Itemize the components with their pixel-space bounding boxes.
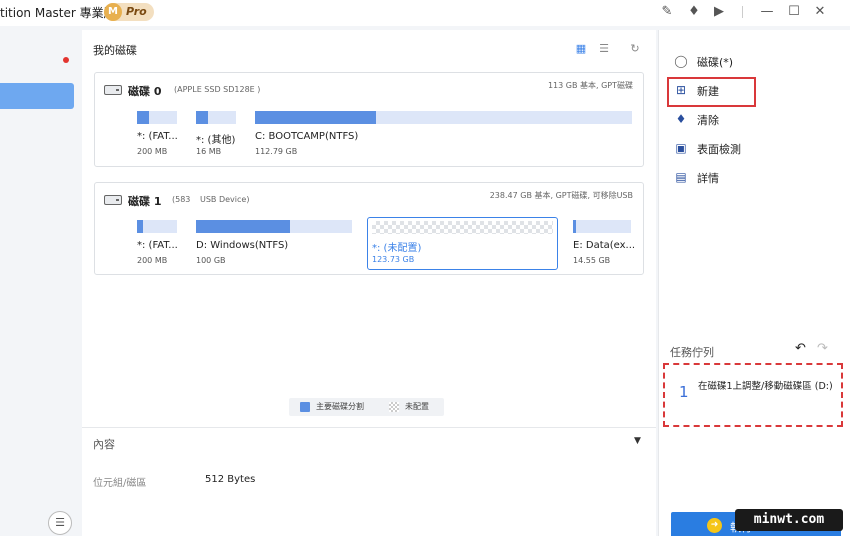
pro-badge-label: Pro [126,5,147,18]
bell-icon[interactable]: ♦ [684,3,704,21]
action-label: 清除 [697,114,719,127]
partition-item[interactable]: E: Data(ex... 14.55 GB [573,220,635,270]
close-icon[interactable]: ✕ [810,3,830,21]
watermark: minwt.com [735,509,843,531]
partition-name: *: (其他) [196,135,236,146]
action-label: 詳情 [697,172,719,185]
chat-icon[interactable]: ☰ [48,511,72,535]
partition-size: 16 MB [196,147,222,156]
task-queue-item[interactable]: 1 在磁碟1上調整/移動磁碟區 (D:) [663,363,843,427]
new-partition-icon: ⊞ [675,83,687,97]
grid-view-icon[interactable]: ▦ [573,42,589,56]
section-divider [82,427,656,428]
unallocated-bar [372,221,553,234]
partition-name: *: (未配置) [372,243,422,254]
partition-name: C: BOOTCAMP(NTFS) [255,131,359,142]
pro-logo-icon: M [104,3,122,21]
partition-bar [573,220,631,233]
disk-icon [104,85,122,95]
main-panel: 我的磁碟 ▦ ☰ ↻ 磁碟 0 (APPLE SSD SD128E ) 113 … [82,30,656,536]
partition-item[interactable]: *: (其他) 16 MB [196,111,236,161]
partition-bar [255,111,632,124]
partition-usage-fill [137,111,149,124]
partition-usage-fill [137,220,143,233]
action-panel: ◯ 磁碟(*) ⊞ 新建 ♦ 清除 ▣ 表面檢測 ▤ 詳情 任務佇列 ↶ ↷ 1… [658,30,850,536]
disk-model: (583 [172,195,191,204]
minimize-icon[interactable]: — [757,3,777,21]
partition-usage-fill [573,220,576,233]
video-icon[interactable]: ▶ [709,3,729,21]
notification-dot [63,57,69,63]
partition-size: 200 MB [137,256,168,265]
app-title: tition Master 專業版 [0,6,116,20]
partition-name: *: (FAT... [137,131,178,142]
action-label: 新建 [697,85,719,98]
page-title: 我的磁碟 [93,44,137,57]
partition-item[interactable]: *: (FAT... 200 MB [137,111,178,161]
task-description: 在磁碟1上調整/移動磁碟區 (D:) [698,381,833,392]
partition-bar [196,111,236,124]
partition-usage-fill [196,220,290,233]
eraser-icon: ♦ [675,112,687,126]
titlebar-divider [742,6,743,18]
surface-test-icon: ▣ [675,141,687,155]
chevron-down-icon[interactable]: ▼ [634,436,641,446]
disk-icon: ◯ [674,54,688,68]
partition-usage-fill [196,111,208,124]
task-number: 1 [679,383,689,401]
pro-badge[interactable]: M Pro [104,3,154,21]
sidebar-item-active[interactable] [0,83,74,109]
disk-card-0[interactable]: 磁碟 0 (APPLE SSD SD128E ) 113 GB 基本, GPT磁… [94,72,644,167]
disk-model: (APPLE SSD SD128E ) [174,85,261,94]
list-view-icon[interactable]: ☰ [596,42,612,56]
refresh-icon[interactable]: ↻ [627,42,643,56]
disk-card-1[interactable]: 磁碟 1 (583 USB Device) 238.47 GB 基本, GPT磁… [94,182,644,275]
partition-bar [137,220,177,233]
undo-icon[interactable]: ↶ [795,341,806,356]
disk-model-extra: USB Device) [200,195,250,204]
property-value: 512 Bytes [205,474,256,485]
arrow-right-icon: ➜ [707,518,722,533]
task-queue-title: 任務佇列 [670,346,714,359]
sidebar: ☰ [0,26,82,536]
details-icon: ▤ [675,170,687,184]
partition-name: *: (FAT... [137,240,178,251]
partition-size: 123.73 GB [372,255,415,264]
redo-icon[interactable]: ↷ [817,341,828,356]
legend-unallocated-label: 未配置 [405,402,429,411]
legend-unallocated-swatch [389,402,399,412]
partition-size: 100 GB [196,256,226,265]
action-label: 表面檢測 [697,143,741,156]
partition-bar [137,111,177,124]
legend-primary-swatch [300,402,310,412]
partition-item[interactable]: C: BOOTCAMP(NTFS) 112.79 GB [255,111,632,161]
disk-name: 磁碟 0 [128,85,162,98]
partition-size: 112.79 GB [255,147,298,156]
partition-name: E: Data(ex... [573,240,636,251]
partition-usage-fill [255,111,376,124]
partition-name: D: Windows(NTFS) [196,240,289,251]
disk-info: 238.47 GB 基本, GPT磁碟, 可移除USB [489,191,633,200]
title-bar: tition Master 專業版 M Pro ✎ ♦ ▶ — ☐ ✕ [0,0,850,26]
disk-name: 磁碟 1 [128,195,162,208]
feedback-icon[interactable]: ✎ [657,3,677,21]
legend-primary-label: 主要磁碟分割 [316,402,364,411]
disk-info: 113 GB 基本, GPT磁碟 [547,81,633,90]
partition-size: 200 MB [137,147,168,156]
disk-icon [104,195,122,205]
partition-item[interactable]: *: (FAT... 200 MB [137,220,178,270]
partition-legend: 主要磁碟分割 未配置 [289,398,444,416]
partition-bar [196,220,352,233]
content-section-title: 內容 [93,438,115,451]
maximize-icon[interactable]: ☐ [784,3,804,21]
partition-unallocated-selected[interactable]: *: (未配置) 123.73 GB [367,217,558,270]
action-label: 磁碟(*) [697,56,734,69]
partition-size: 14.55 GB [573,256,611,265]
property-label: 位元組/磁區 [93,478,147,489]
partition-item[interactable]: D: Windows(NTFS) 100 GB [196,220,352,270]
